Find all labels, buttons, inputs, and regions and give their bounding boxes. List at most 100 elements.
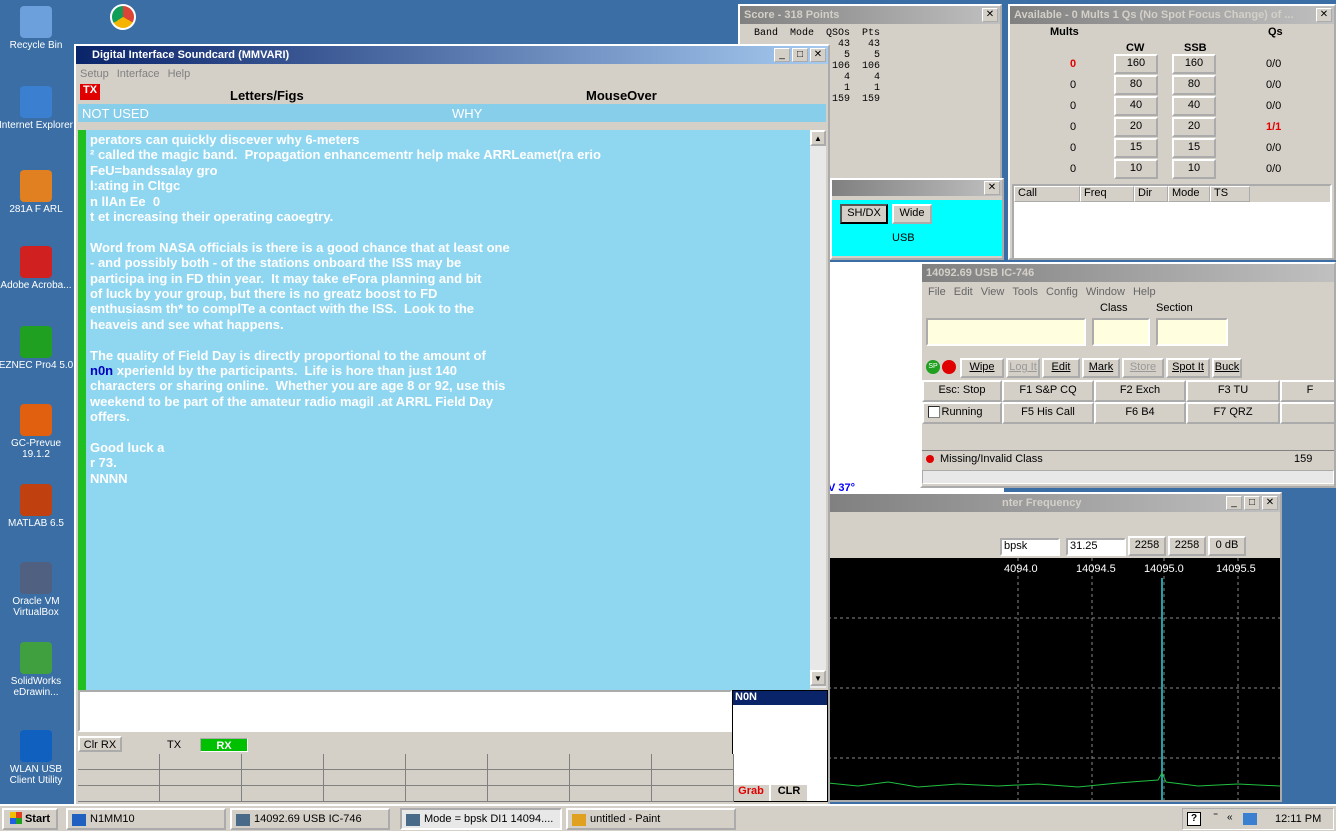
macro-button[interactable] [488, 754, 570, 770]
wide-button[interactable]: Wide [892, 204, 932, 224]
call-input[interactable] [926, 318, 1086, 346]
why-button[interactable]: WHY [452, 106, 482, 121]
macro-button[interactable] [570, 754, 652, 770]
macro-button[interactable] [160, 786, 242, 802]
macro-button[interactable] [242, 786, 324, 802]
spot-col-header[interactable]: Mode [1168, 186, 1210, 202]
side-call[interactable]: N0N [733, 691, 827, 705]
desktop-icon[interactable]: EZNEC Pro4 5.0 [0, 326, 74, 371]
tray-icon[interactable] [1243, 813, 1257, 825]
macro-button[interactable] [324, 770, 406, 786]
menu-item[interactable]: Interface [117, 68, 160, 80]
spot-col-header[interactable]: Call [1014, 186, 1080, 202]
menu-item[interactable]: Window [1086, 286, 1125, 298]
fkey-button[interactable]: Esc: Stop [922, 380, 1002, 402]
close-icon[interactable]: ✕ [982, 8, 998, 22]
desktop-icon[interactable]: Oracle VM VirtualBox [0, 562, 74, 618]
desktop-icon[interactable]: SolidWorks eDrawin... [0, 642, 74, 698]
desktop-icon[interactable]: GC-Prevue 19.1.2 [0, 404, 74, 460]
bw-select[interactable]: 31.25 [1066, 538, 1126, 556]
minimize-icon[interactable]: _ [1226, 496, 1242, 510]
menu-item[interactable]: File [928, 286, 946, 298]
desktop-icon[interactable]: Adobe Acroba... [0, 246, 74, 291]
vertical-scrollbar[interactable]: ▲ ▼ [810, 130, 826, 688]
spot-col-header[interactable]: Freq [1080, 186, 1134, 202]
spot-col-header[interactable]: Dir [1134, 186, 1168, 202]
v2-button[interactable]: 2258 [1168, 536, 1206, 556]
entry-button[interactable]: Log It [1006, 358, 1040, 378]
menu-item[interactable]: View [981, 286, 1005, 298]
macro-button[interactable] [406, 786, 488, 802]
rx-text-area[interactable]: perators can quickly discever why 6-mete… [86, 130, 810, 692]
close-icon[interactable]: ✕ [810, 48, 826, 62]
expand-tray-icon[interactable]: « [1227, 812, 1233, 823]
close-icon[interactable]: ✕ [1316, 8, 1332, 22]
fkey-button[interactable]: F6 B4 [1094, 402, 1186, 424]
ssb-band-button[interactable]: 10 [1172, 159, 1216, 179]
fkey-button[interactable] [1280, 402, 1334, 424]
record-icon[interactable] [942, 360, 956, 374]
entry-button[interactable]: Edit [1042, 358, 1080, 378]
spot-list[interactable]: Call Freq Dir Mode TS [1012, 184, 1332, 258]
mode-select[interactable]: bpsk [1000, 538, 1060, 556]
class-input[interactable] [1092, 318, 1150, 346]
fkey-button[interactable]: F7 QRZ [1186, 402, 1280, 424]
help-icon[interactable]: ? [1187, 812, 1201, 826]
entry-button[interactable]: Spot It [1166, 358, 1210, 378]
rx-button[interactable]: RX [200, 738, 248, 752]
start-button[interactable]: Start [2, 808, 58, 830]
macro-button[interactable] [78, 754, 160, 770]
not-used-button[interactable]: NOT USED [82, 106, 149, 121]
taskbar-button[interactable]: Mode = bpsk DI1 14094.... [400, 808, 562, 830]
sp-icon[interactable]: SP [926, 360, 940, 374]
running-checkbox[interactable] [928, 406, 940, 418]
cw-band-button[interactable]: 20 [1114, 117, 1158, 137]
ssb-band-button[interactable]: 160 [1172, 54, 1216, 74]
macro-button[interactable] [242, 754, 324, 770]
macro-button[interactable] [570, 770, 652, 786]
menu-item[interactable]: Config [1046, 286, 1078, 298]
taskbar-button[interactable]: N1MM10 [66, 808, 226, 830]
macro-button[interactable] [652, 770, 734, 786]
macro-button[interactable] [652, 786, 734, 802]
fkey-button[interactable]: F [1280, 380, 1334, 402]
desktop-icon[interactable]: Internet Explorer [0, 86, 74, 131]
gain-button[interactable]: 0 dB [1208, 536, 1246, 556]
ssb-band-button[interactable]: 15 [1172, 138, 1216, 158]
network-icon[interactable]: ⁼ [1213, 811, 1218, 822]
macro-button[interactable] [488, 770, 570, 786]
ssb-band-button[interactable]: 20 [1172, 117, 1216, 137]
macro-button[interactable] [78, 786, 160, 802]
scroll-down-icon[interactable]: ▼ [810, 670, 826, 686]
maximize-icon[interactable]: □ [792, 48, 808, 62]
cw-band-button[interactable]: 40 [1114, 96, 1158, 116]
taskbar-button[interactable]: 14092.69 USB IC-746 [230, 808, 390, 830]
clr-button[interactable]: CLR [771, 785, 807, 801]
macro-button[interactable] [406, 754, 488, 770]
close-icon[interactable]: ✕ [984, 181, 1000, 195]
entry-button[interactable]: Mark [1082, 358, 1120, 378]
macro-button[interactable] [160, 770, 242, 786]
cw-band-button[interactable]: 15 [1114, 138, 1158, 158]
menu-item[interactable]: Edit [954, 286, 973, 298]
entry-button[interactable]: Buck [1212, 358, 1242, 378]
cw-band-button[interactable]: 160 [1114, 54, 1158, 74]
menu-item[interactable]: Tools [1012, 286, 1038, 298]
sh-dx-button[interactable]: SH/DX [840, 204, 888, 224]
macro-button[interactable] [324, 786, 406, 802]
cw-band-button[interactable]: 10 [1114, 159, 1158, 179]
desktop-icon[interactable]: 281A F ARL [0, 170, 74, 215]
tx-button[interactable]: TX [150, 738, 198, 752]
macro-button[interactable] [488, 786, 570, 802]
v1-button[interactable]: 2258 [1128, 536, 1166, 556]
ssb-band-button[interactable]: 80 [1172, 75, 1216, 95]
chrome-icon[interactable] [110, 4, 136, 30]
entry-button[interactable]: Store [1122, 358, 1164, 378]
section-input[interactable] [1156, 318, 1228, 346]
taskbar-button[interactable]: untitled - Paint [566, 808, 736, 830]
menu-item[interactable]: Help [168, 68, 191, 80]
clr-rx-button[interactable]: Clr RX [78, 736, 122, 752]
desktop-icon[interactable]: MATLAB 6.5 [0, 484, 74, 529]
spot-col-header[interactable]: TS [1210, 186, 1250, 202]
spectrum-display[interactable]: 4094.0 14094.5 14095.0 14095.5 [828, 558, 1280, 802]
